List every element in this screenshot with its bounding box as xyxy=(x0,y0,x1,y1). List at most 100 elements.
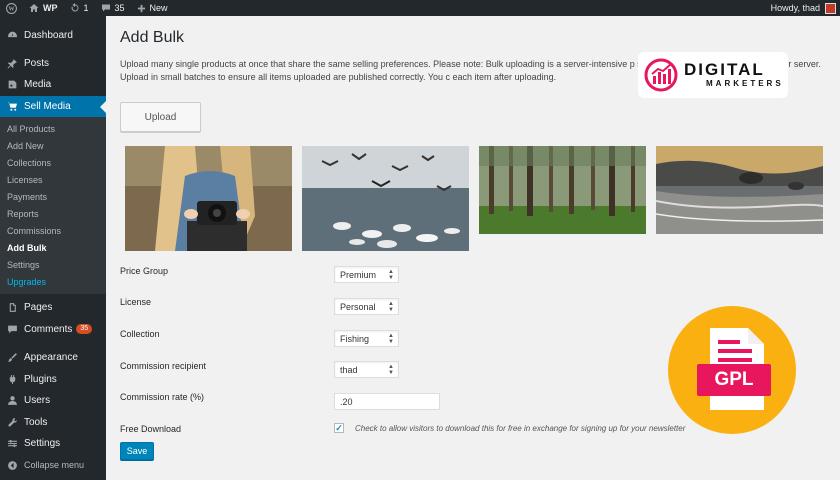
submenu-licenses[interactable]: Licenses xyxy=(0,172,106,189)
comments-badge: 35 xyxy=(76,324,93,335)
sell-media-submenu: All Products Add New Collections License… xyxy=(0,117,106,294)
pages-icon xyxy=(6,302,18,314)
plus-icon xyxy=(137,4,145,12)
submenu-all-products[interactable]: All Products xyxy=(0,121,106,138)
submenu-payments[interactable]: Payments xyxy=(0,189,106,206)
upload-button[interactable]: Upload xyxy=(120,102,201,132)
site-name: WP xyxy=(43,3,58,13)
commission-recipient-label: Commission recipient xyxy=(120,361,207,371)
plugin-icon xyxy=(6,373,18,385)
menu-label: Collapse menu xyxy=(24,460,85,471)
submenu-commissions[interactable]: Commissions xyxy=(0,223,106,240)
free-download-description: Check to allow visitors to download this… xyxy=(355,424,686,433)
free-download-label: Free Download xyxy=(120,424,182,434)
thumbnail-camera[interactable] xyxy=(125,146,292,251)
new-content-link[interactable]: New xyxy=(131,0,174,16)
select-arrows-icon: ▲ ▼ xyxy=(388,333,394,345)
license-select[interactable]: Personal ▲ ▼ xyxy=(334,298,399,315)
admin-sidebar: Dashboard Posts Media Sell Media All Pro… xyxy=(0,16,106,480)
admin-bar: W WP 1 35 New Howdy, thad xyxy=(0,0,840,16)
commission-recipient-value: thad xyxy=(340,364,358,375)
select-arrows-icon: ▲ ▼ xyxy=(388,364,394,376)
collapse-menu-button[interactable]: Collapse menu xyxy=(0,455,106,477)
price-group-value: Premium xyxy=(340,269,377,280)
collection-label: Collection xyxy=(120,329,160,339)
submenu-settings[interactable]: Settings xyxy=(0,257,106,274)
thumbnail-forest[interactable] xyxy=(479,146,646,234)
comments-link[interactable]: 35 xyxy=(95,0,131,16)
thumbnail-coast[interactable] xyxy=(656,146,823,234)
select-arrows-icon: ▲ ▼ xyxy=(388,269,394,281)
menu-appearance[interactable]: Appearance xyxy=(0,347,106,369)
menu-label: Settings xyxy=(24,438,61,450)
submenu-reports[interactable]: Reports xyxy=(0,206,106,223)
logo-mark-icon xyxy=(644,58,678,92)
license-label: License xyxy=(120,297,152,307)
menu-label: Users xyxy=(24,395,51,407)
menu-dashboard[interactable]: Dashboard xyxy=(0,25,106,47)
submenu-add-bulk[interactable]: Add Bulk xyxy=(0,240,106,257)
new-label: New xyxy=(149,3,168,13)
menu-label: Tools xyxy=(24,416,48,428)
menu-tools[interactable]: Tools xyxy=(0,412,106,434)
collapse-icon xyxy=(6,459,18,471)
price-group-select[interactable]: Premium ▲ ▼ xyxy=(334,266,399,283)
brush-icon xyxy=(6,352,18,364)
menu-label: Sell Media xyxy=(24,100,71,112)
gpl-label: GPL xyxy=(697,364,771,396)
menu-label: Comments xyxy=(24,323,73,335)
page-title: Add Bulk xyxy=(120,29,185,46)
commission-recipient-select[interactable]: thad ▲ ▼ xyxy=(334,361,399,378)
save-button[interactable]: Save xyxy=(120,442,154,460)
updates-count: 1 xyxy=(83,3,89,13)
menu-posts[interactable]: Posts xyxy=(0,53,106,75)
digital-marketers-logo: DIGITAL MARKETERS xyxy=(638,52,788,98)
logo-line1: DIGITAL xyxy=(684,60,765,79)
menu-users[interactable]: Users xyxy=(0,390,106,412)
price-group-label: Price Group xyxy=(120,266,169,276)
wordpress-logo-icon[interactable]: W xyxy=(0,0,23,16)
comments-count: 35 xyxy=(114,3,125,13)
users-icon xyxy=(6,395,18,407)
collection-select[interactable]: Fishing ▲ ▼ xyxy=(334,330,399,347)
submenu-collections[interactable]: Collections xyxy=(0,155,106,172)
submenu-add-new[interactable]: Add New xyxy=(0,138,106,155)
menu-label: Pages xyxy=(24,302,53,314)
media-icon xyxy=(6,79,18,91)
menu-plugins[interactable]: Plugins xyxy=(0,369,106,391)
my-account[interactable]: Howdy, thad xyxy=(770,2,840,14)
comments-icon xyxy=(6,323,18,335)
howdy-text: Howdy, thad xyxy=(770,3,820,13)
settings-icon xyxy=(6,438,18,450)
menu-label: Media xyxy=(24,79,52,91)
svg-text:W: W xyxy=(8,6,14,12)
wrench-icon xyxy=(6,416,18,428)
commission-rate-label: Commission rate (%) xyxy=(120,392,205,402)
collection-value: Fishing xyxy=(340,333,370,344)
avatar xyxy=(825,2,836,14)
menu-settings[interactable]: Settings xyxy=(0,433,106,455)
submenu-upgrades[interactable]: Upgrades xyxy=(0,274,106,291)
checkmark-icon: ✓ xyxy=(335,422,343,433)
thumbnail-birds[interactable] xyxy=(302,146,469,251)
cart-icon xyxy=(6,100,18,112)
comment-icon xyxy=(101,4,110,12)
menu-label: Dashboard xyxy=(24,30,73,42)
menu-pages[interactable]: Pages xyxy=(0,297,106,319)
site-name-link[interactable]: WP xyxy=(23,0,64,16)
menu-label: Posts xyxy=(24,57,50,69)
free-download-checkbox[interactable]: ✓ xyxy=(334,423,344,433)
updates-link[interactable]: 1 xyxy=(64,0,95,16)
menu-media[interactable]: Media xyxy=(0,74,106,96)
dashboard-icon xyxy=(6,30,18,42)
menu-label: Appearance xyxy=(24,352,78,364)
menu-comments[interactable]: Comments 35 xyxy=(0,319,106,341)
license-value: Personal xyxy=(340,301,376,312)
menu-sell-media[interactable]: Sell Media xyxy=(0,95,106,117)
home-icon xyxy=(29,4,39,12)
select-arrows-icon: ▲ ▼ xyxy=(388,301,394,313)
logo-line2: MARKETERS xyxy=(706,79,784,88)
menu-label: Plugins xyxy=(24,373,57,385)
pin-icon xyxy=(6,57,18,69)
commission-rate-input[interactable] xyxy=(334,393,440,410)
